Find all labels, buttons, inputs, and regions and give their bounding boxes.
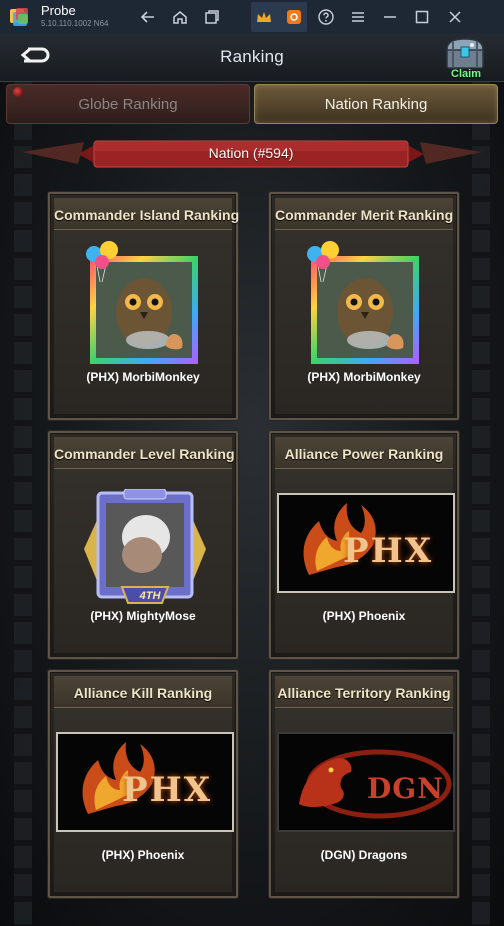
ranking-card-commander-merit[interactable]: Commander Merit Ranking (PHX) MorbiMonke… [269, 192, 459, 420]
home-icon[interactable] [169, 6, 191, 28]
card-body: (PHX) MorbiMonkey [275, 230, 453, 414]
card-header: Alliance Territory Ranking [275, 676, 453, 708]
card-body: (PHX) MorbiMonkey [54, 230, 232, 414]
card-title: Commander Merit Ranking [275, 207, 454, 223]
tab-nation-ranking[interactable]: Nation Ranking [254, 84, 498, 124]
rank-badge: 4TH [139, 590, 161, 602]
close-icon[interactable] [444, 6, 466, 28]
ranking-card-alliance-kill[interactable]: Alliance Kill Ranking PHX (PHX) Phoenix [48, 670, 238, 898]
treasure-chest-icon [446, 38, 484, 69]
multi-window-icon[interactable] [201, 6, 223, 28]
emulator-version: 5.10.110.1002 N64 [41, 19, 109, 28]
ranking-header: Ranking Claim [0, 34, 504, 82]
claim-label: Claim [451, 68, 481, 80]
balloons-icon [86, 241, 118, 283]
alliance-flag-dragon: DGN [277, 732, 455, 832]
page-title: Ranking [220, 47, 284, 66]
tab-label: Nation Ranking [324, 95, 428, 113]
alliance-name: (PHX) Phoenix [101, 848, 185, 862]
card-title: Alliance Territory Ranking [277, 685, 451, 701]
alliance-name: (DGN) Dragons [320, 848, 408, 862]
ranking-card-commander-level[interactable]: Commander Level Ranking 4TH (PHX) Mighty… [48, 431, 238, 659]
flag-text: DGN [367, 772, 444, 805]
claim-button[interactable]: Claim [440, 36, 492, 82]
commander-name: (PHX) MorbiMonkey [307, 370, 421, 384]
flag-text: PHX [343, 531, 434, 571]
bluestacks-logo-icon [9, 7, 31, 27]
tab-rivet [13, 87, 23, 97]
tab-label: Globe Ranking [78, 95, 178, 113]
alliance-name: (PHX) Phoenix [322, 609, 406, 623]
back-arrow-icon[interactable] [137, 6, 159, 28]
balloons-icon [307, 241, 339, 283]
card-header: Commander Level Ranking [54, 437, 235, 469]
card-title: Alliance Power Ranking [284, 446, 444, 462]
commander-name: (PHX) MightyMose [90, 609, 196, 623]
card-body: PHX (PHX) Phoenix [275, 469, 455, 653]
crown-icon[interactable] [253, 6, 275, 28]
menu-icon[interactable] [347, 6, 369, 28]
card-body: 4TH (PHX) MightyMose [54, 469, 232, 653]
help-icon[interactable] [315, 6, 337, 28]
card-header: Commander Island Ranking [54, 198, 240, 230]
emulator-title: Probe [41, 3, 76, 18]
flag-text: PHX [122, 770, 213, 810]
game-screen: Ranking Claim Globe Ranking Nation Ranki… [0, 34, 504, 926]
ranking-card-alliance-power[interactable]: Alliance Power Ranking PHX (PHX) Phoenix [269, 431, 459, 659]
card-body: PHX (PHX) Phoenix [54, 708, 234, 892]
emulator-title-bar: Probe 5.10.110.1002 N64 [0, 0, 504, 34]
card-title: Commander Island Ranking [54, 207, 240, 223]
card-body: DGN (DGN) Dragons [275, 708, 455, 892]
card-title: Commander Level Ranking [54, 446, 235, 462]
minimize-icon[interactable] [379, 6, 401, 28]
tab-globe-ranking[interactable]: Globe Ranking [6, 84, 250, 124]
card-title: Alliance Kill Ranking [73, 685, 213, 701]
maximize-icon[interactable] [411, 6, 433, 28]
ranking-card-commander-island[interactable]: Commander Island Ranking (PHX) MorbiMonk… [48, 192, 240, 420]
banner-wings [22, 142, 482, 164]
alliance-flag-phoenix: PHX [56, 732, 234, 832]
gear-badge-icon[interactable] [283, 6, 305, 28]
card-header: Commander Merit Ranking [275, 198, 453, 230]
commander-name: (PHX) MorbiMonkey [86, 370, 200, 384]
ranking-card-alliance-territory[interactable]: Alliance Territory Ranking DGN (DGN) Dra… [269, 670, 459, 898]
card-header: Alliance Kill Ranking [54, 676, 232, 708]
alliance-flag-phoenix: PHX [277, 493, 455, 593]
card-header: Alliance Power Ranking [275, 437, 453, 469]
